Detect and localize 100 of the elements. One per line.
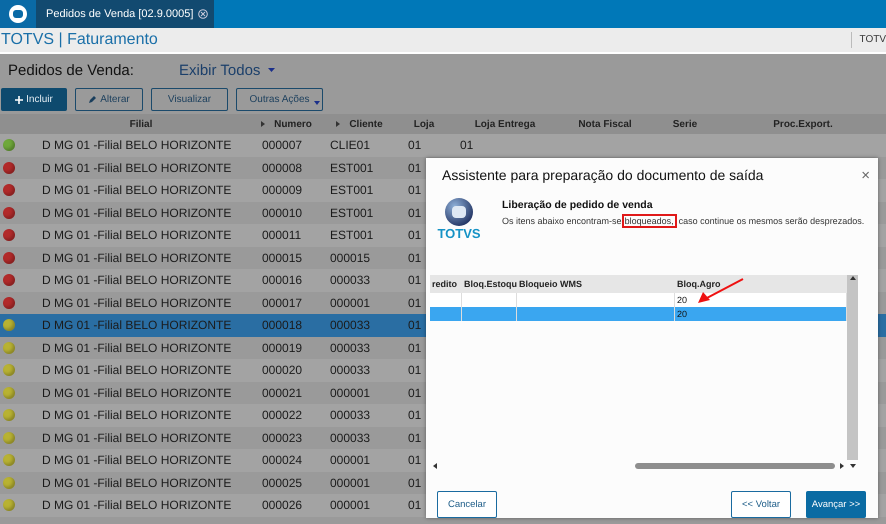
table-cell-text: 01 — [407, 363, 422, 378]
dialog-button[interactable]: Avançar >> — [806, 491, 866, 518]
filter-dropdown[interactable]: Exibir Todos — [179, 62, 276, 78]
table-cell-text: 01 — [407, 476, 422, 490]
column-header[interactable]: Numero — [274, 118, 312, 130]
table-cell-text: D MG 01 -Filial BELO HORIZONTE — [41, 498, 232, 512]
app-logo-icon — [9, 5, 27, 23]
table-cell-text: 01 — [407, 430, 422, 445]
table-cell-text: 000020 — [261, 363, 302, 378]
table-cell-text: 000024 — [261, 453, 302, 468]
dialog-button[interactable]: << Voltar — [731, 491, 791, 518]
column-header[interactable]: Cliente — [349, 118, 383, 130]
scroll-right-icon — [839, 462, 845, 468]
table-cell-text: D MG 01 -Filial BELO HORIZONTE — [41, 386, 232, 400]
user-label: TOTV — [850, 32, 886, 48]
column-header[interactable]: redito — [430, 279, 458, 289]
column-header[interactable]: Bloq.Agro — [675, 279, 720, 289]
table-cell-text: 000001 — [329, 453, 370, 468]
table-cell-text: EST001 — [329, 183, 374, 198]
table-cell-text: EST001 — [329, 160, 374, 175]
table-cell: 20 — [677, 295, 688, 305]
table-cell-text: D MG 01 -Filial BELO HORIZONTE — [41, 160, 232, 175]
table-cell-text: 01 — [407, 408, 422, 422]
column-header[interactable]: Filial — [130, 118, 152, 130]
sort-icon — [260, 121, 266, 127]
close-button[interactable]: × — [861, 166, 870, 184]
table-cell-text: 01 — [407, 340, 422, 355]
table-cell-text: 000011 — [261, 228, 302, 242]
column-header[interactable]: Loja Entrega — [474, 118, 536, 130]
table-cell-text: 01 — [407, 228, 422, 242]
vertical-scrollbar[interactable] — [847, 275, 858, 460]
table-cell-text: D MG 01 -Filial BELO HORIZONTE — [41, 296, 232, 310]
table-cell-text: 000018 — [261, 318, 302, 332]
table-cell-text: D MG 01 -Filial BELO HORIZONTE — [41, 250, 232, 265]
table-cell-text: 000026 — [261, 498, 302, 512]
logo-text: TOTVS — [437, 226, 481, 241]
table-cell-text: 01 — [407, 498, 422, 512]
table-cell-text: 000023 — [261, 430, 302, 445]
table-cell-text: D MG 01 -Filial BELO HORIZONTE — [41, 430, 232, 445]
table-cell-text: 000033 — [329, 318, 370, 332]
table-cell-text: 01 — [407, 453, 422, 468]
column-header[interactable]: Bloqueio WMS — [517, 279, 582, 289]
action-button[interactable]: Alterar — [75, 88, 143, 111]
sphere-logo-icon — [444, 196, 474, 227]
action-button[interactable]: Incluir — [1, 88, 67, 111]
action-button[interactable]: Visualizar — [151, 88, 228, 111]
table-cell-text: 01 — [407, 318, 422, 332]
table-cell-text: D MG 01 -Filial BELO HORIZONTE — [41, 206, 232, 220]
table-cell-text: D MG 01 -Filial BELO HORIZONTE — [41, 408, 232, 422]
action-button[interactable]: Outras Ações — [236, 88, 323, 111]
table-cell-text: 000016 — [261, 273, 302, 288]
table-cell-text: 01 — [407, 160, 422, 175]
sort-icon — [335, 121, 342, 127]
highlighted-word: bloqueados, — [622, 214, 677, 228]
column-header[interactable]: Nota Fiscal — [578, 118, 632, 130]
column-header[interactable]: Loja — [414, 118, 434, 130]
tab[interactable]: Pedidos de Venda [02.9.0005] — [36, 0, 214, 28]
table-cell-text: D MG 01 -Filial BELO HORIZONTE — [41, 183, 232, 198]
table-cell-text: 000033 — [329, 363, 370, 378]
table-cell-text: D MG 01 -Filial BELO HORIZONTE — [41, 138, 232, 152]
table-cell-text: EST001 — [329, 206, 374, 220]
table-cell-text: 000010 — [261, 206, 302, 220]
message-text: caso continue os mesmos serão desprezados. — [678, 216, 864, 226]
message-text: Os itens abaixo encontram-se — [502, 216, 622, 226]
caret-icon — [268, 68, 276, 72]
dialog-heading: Liberação de pedido de venda — [502, 198, 654, 211]
dialog-button[interactable]: Cancelar — [437, 491, 497, 518]
table-cell-text: D MG 01 -Filial BELO HORIZONTE — [41, 476, 232, 490]
table-cell-text: D MG 01 -Filial BELO HORIZONTE — [41, 340, 232, 355]
table-cell-text: D MG 01 -Filial BELO HORIZONTE — [41, 318, 232, 332]
table-cell-text: 01 — [407, 386, 422, 400]
pencil-icon — [88, 95, 98, 104]
table-cell-text: D MG 01 -Filial BELO HORIZONTE — [41, 228, 232, 242]
column-header[interactable]: Serie — [672, 118, 698, 130]
table-cell-text: 01 — [407, 183, 422, 198]
table-cell-text: EST001 — [329, 228, 374, 242]
table-cell: 20 — [677, 309, 688, 319]
table-cell-text: 000019 — [261, 340, 302, 355]
table-cell-text: 000033 — [329, 408, 370, 422]
table-cell-text: 000015 — [329, 250, 370, 265]
plus-icon — [15, 96, 24, 104]
table-cell-text: CLIE01 — [329, 138, 370, 152]
table-cell-text: 01 — [407, 206, 422, 220]
column-header[interactable]: Bloq.Estoqu — [462, 279, 517, 289]
table-cell-text: 000008 — [261, 160, 302, 175]
dialog-title: Assistente para preparação do documento de saída — [442, 167, 764, 184]
selected-row[interactable]: 20 — [430, 307, 847, 321]
table-cell-text: 000033 — [329, 340, 370, 355]
table-cell-text: 000001 — [329, 386, 370, 400]
table-cell-text: 000007 — [261, 138, 302, 152]
table-cell-text: 000022 — [261, 408, 302, 422]
table-cell-text: 000017 — [261, 296, 302, 310]
column-header[interactable]: Proc.Export. — [773, 118, 833, 130]
table-cell-text: 000033 — [329, 273, 370, 288]
table-cell-text: D MG 01 -Filial BELO HORIZONTE — [41, 273, 232, 288]
table-cell-text: 01 — [407, 296, 422, 310]
table-cell-text: 01 — [459, 138, 474, 152]
close-icon[interactable] — [198, 9, 208, 19]
table-cell-text: 000015 — [261, 250, 302, 265]
table-cell-text: 000021 — [261, 386, 302, 400]
